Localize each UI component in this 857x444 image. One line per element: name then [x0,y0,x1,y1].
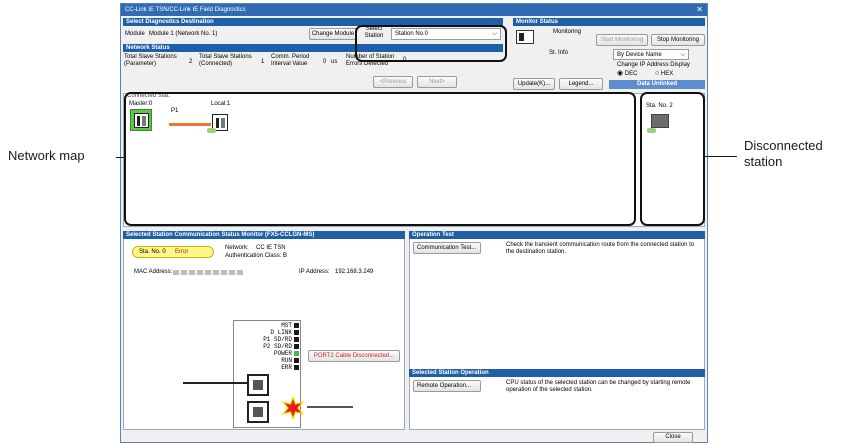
total-param-label: Total Slave Stations (Parameter) [124,54,177,67]
auth-class: Authentication Class: B [225,253,288,259]
st-info-select[interactable]: By Device Name ⌵ [613,49,689,60]
module-value: Module 1 (Network No. 1) [145,28,305,39]
total-conn-label: Total Slave Stations (Connected) [199,54,252,67]
total-param-value: 2 [189,59,193,65]
chevron-down-icon: ⌵ [680,52,685,58]
port2-cable [307,406,353,408]
led-mst: MST [235,322,299,329]
led-dlink: D LINK [235,329,299,336]
comm-period-value: 0 [323,59,327,65]
led-power: POWER [235,350,299,357]
operations-panel [409,231,705,430]
network-map-highlight [124,92,636,226]
operation-test-header: Operation Test [409,231,705,239]
window-title: CC-Link IE TSN/CC-Link IE Field Diagnost… [121,4,707,16]
close-button[interactable]: Close [653,432,693,443]
previous-button[interactable]: <Previous [373,76,413,88]
station-operation-desc: CPU status of the selected station can b… [506,380,691,393]
station-operation-header: Selected Station Operation [409,369,705,377]
led-indicator [294,336,299,342]
led-panel: MST D LINK P1 SD/RD P2 SD/RD POWER RUN E… [235,322,299,372]
led-p2: P2 SD/RD [235,343,299,350]
change-module-button[interactable]: Change Module [309,28,357,40]
communication-test-button[interactable]: Communication Test... [413,242,481,254]
network-value: CC IE TSN [256,245,286,251]
ip-display-label: Change IP Address Display [617,62,690,68]
legend-button[interactable]: Legend... [559,78,603,90]
led-indicator [294,329,299,335]
ip-value: 192.168.3.249 [335,269,374,275]
start-monitoring-button[interactable]: Start Monitoring [596,34,648,46]
monitor-state-icon [516,30,534,44]
operation-test-desc: Check the transient communication route … [506,242,695,255]
disconnected-station-highlight [640,92,705,226]
led-run: RUN [235,357,299,364]
port1-cable [183,382,249,384]
led-p1: P1 SD/RD [235,336,299,343]
ip-label: IP Address: [299,269,330,275]
network-map-annotation: Network map [8,148,85,163]
st-info-label: St. Info [549,50,569,56]
module-label: Module [125,31,145,37]
status-badge: Sta. No. 0 Error [132,246,214,258]
annotation-line [116,157,126,158]
mac-value-redacted [173,270,243,275]
dec-radio[interactable]: ◉ DEC [617,70,637,78]
led-indicator [294,343,299,349]
total-conn-value: 1 [261,59,265,65]
led-indicator [294,357,299,363]
led-err: ERR [235,364,299,371]
comm-period-label: Comm. Period Interval Value [271,54,310,67]
disconnection-burst-icon [281,396,305,420]
status-monitor-header: Selected Station Communication Status Mo… [123,231,405,239]
led-indicator [294,322,299,328]
port2-connector [247,401,269,423]
led-indicator [294,364,299,370]
station-number-badge: Sta. No. 0 [139,249,166,255]
annotation-line [705,156,737,157]
stop-monitoring-button[interactable]: Stop Monitoring [651,34,705,46]
monitor-status-header: Monitor Status [513,18,705,26]
monitoring-state: Monitoring [553,29,582,35]
disconnected-annotation: Disconnected station [744,138,823,169]
mac-label: MAC Address: [134,269,173,275]
port1-connector [247,374,269,396]
next-button[interactable]: Next> [417,76,457,88]
update-button[interactable]: Update(K)... [513,78,555,90]
network-label: Network: [225,245,249,251]
close-icon[interactable]: ✕ [696,4,703,16]
port2-disconnected-button[interactable]: PORT2 Cable Disconnected... [308,350,400,362]
led-indicator [294,350,299,356]
remote-operation-button[interactable]: Remote Operation... [413,380,481,392]
data-unlinked-badge: Data Unlinked [609,80,705,89]
comm-period-unit: us [331,59,338,65]
error-badge: Error [175,249,189,255]
hex-radio[interactable]: ○ HEX [655,70,673,78]
select-station-highlight [355,25,507,62]
